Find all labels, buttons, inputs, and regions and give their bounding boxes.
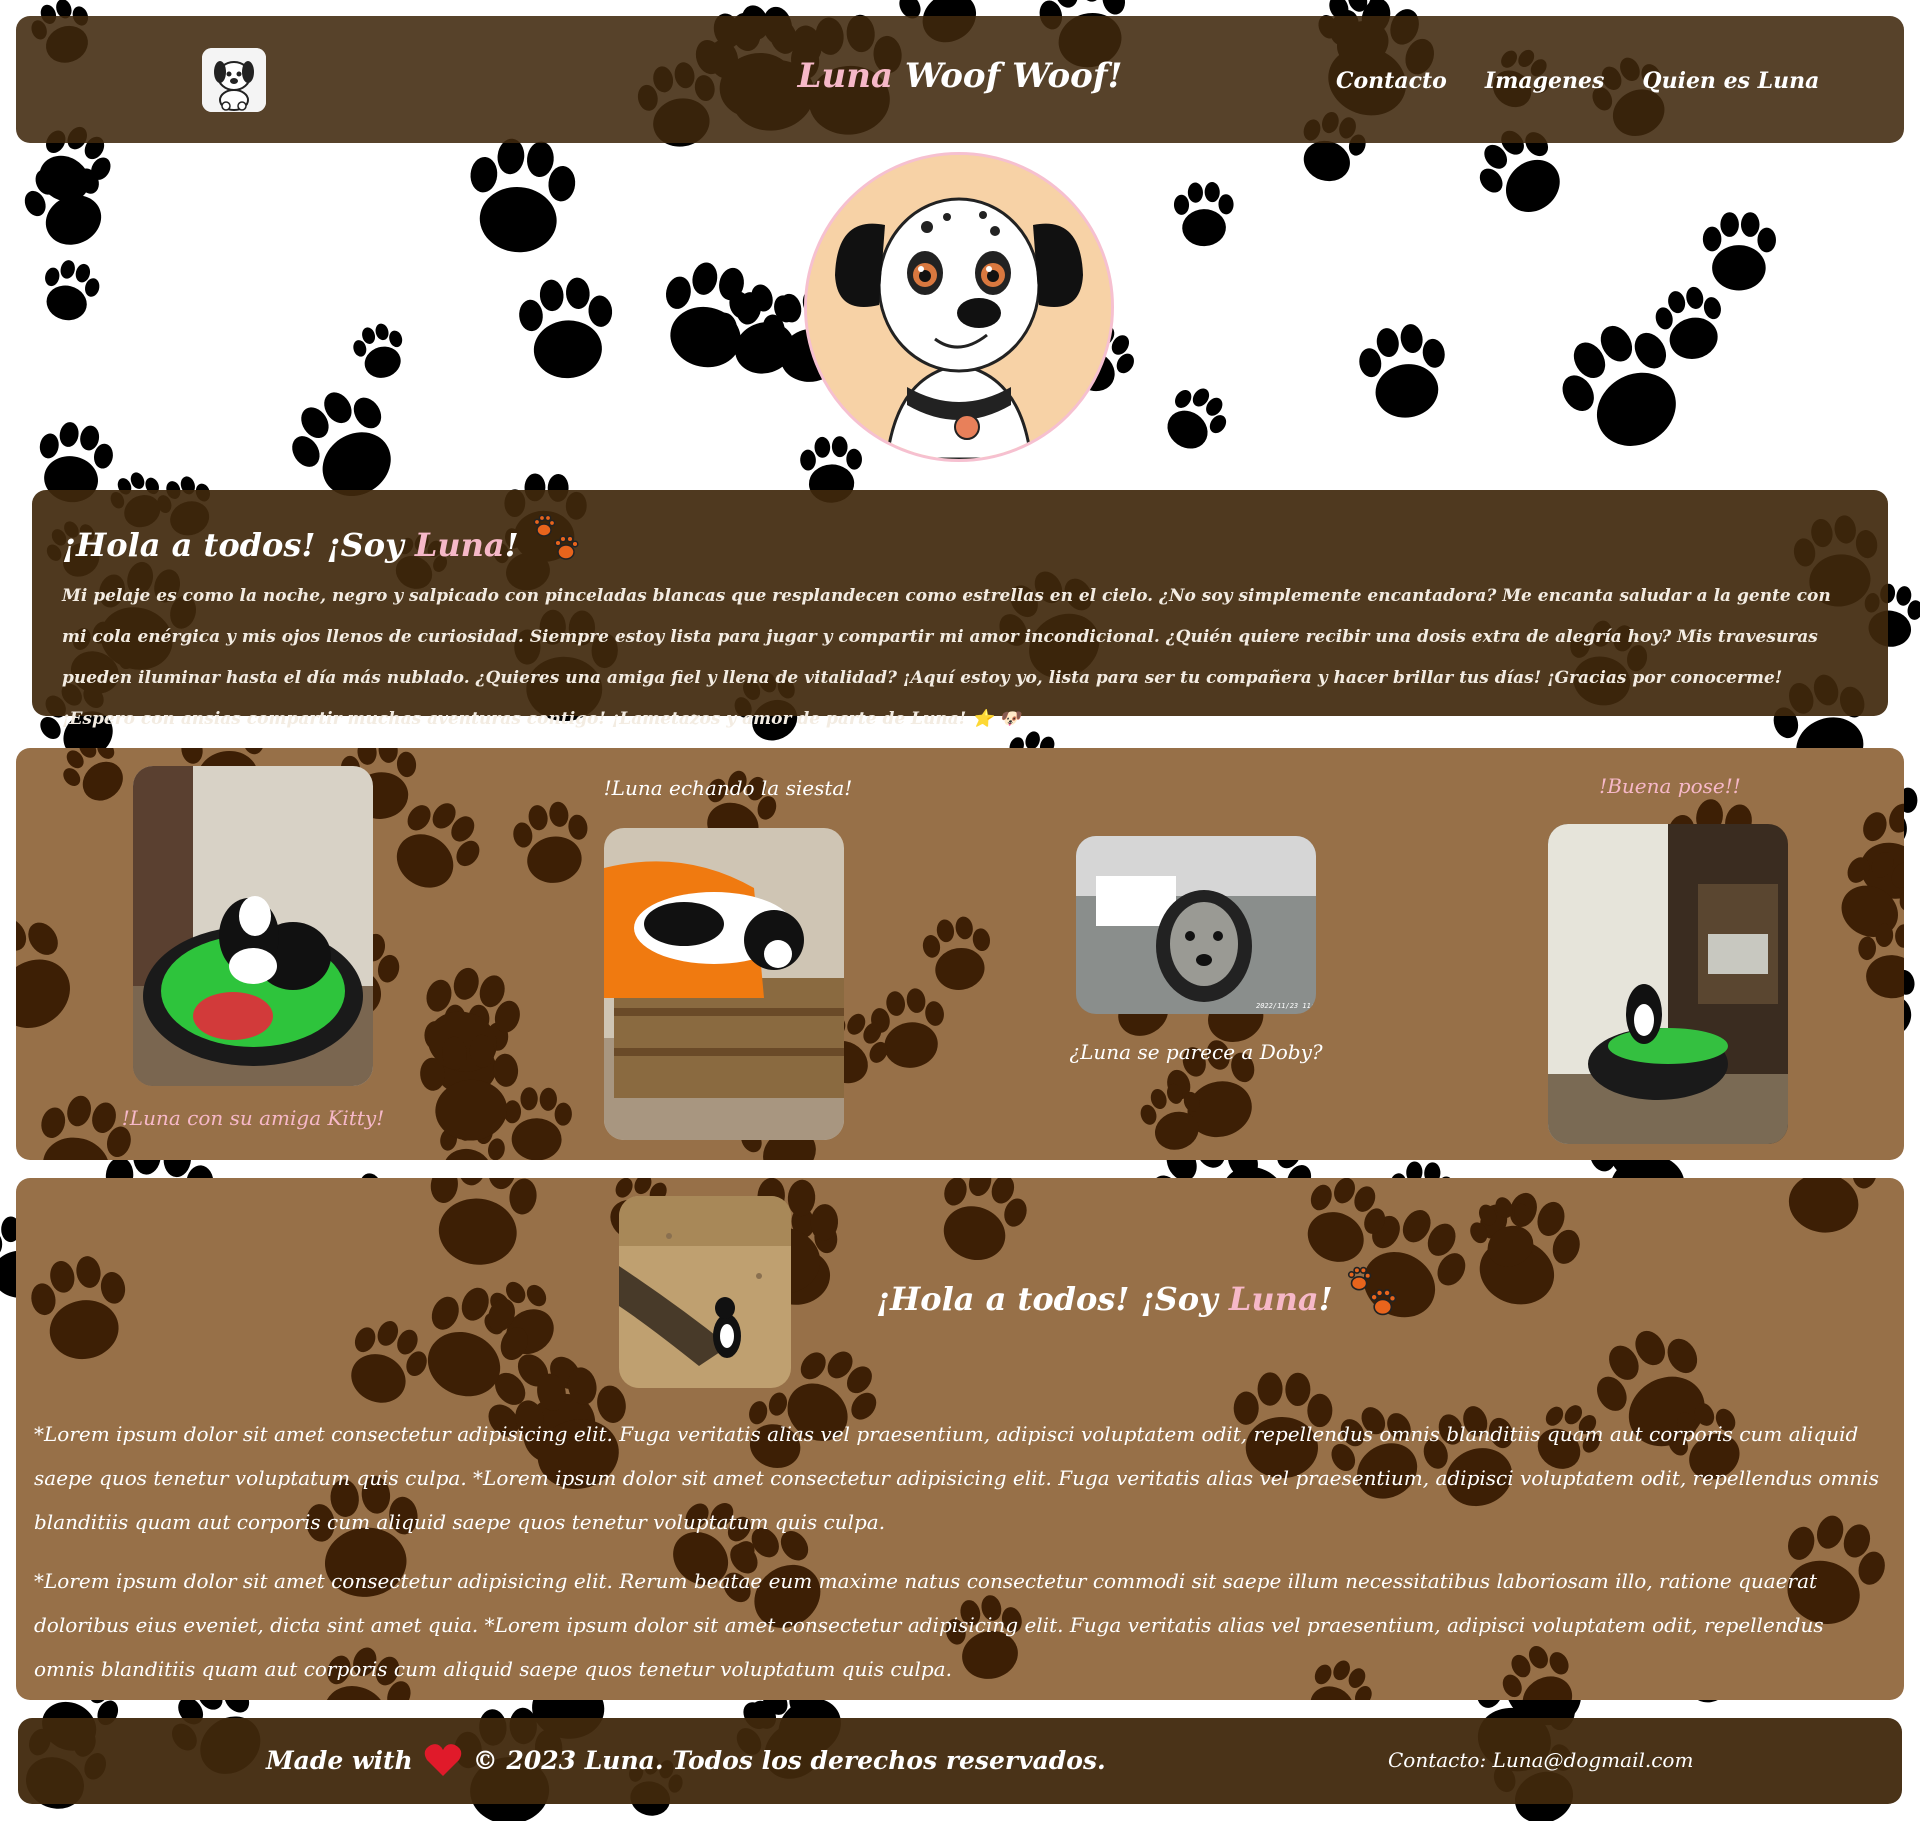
about-paragraph-2: *Lorem ipsum dolor sit amet consectetur … <box>34 1569 1824 1681</box>
gallery-section: !Luna con su amiga Kitty! !Luna echando … <box>16 748 1904 1160</box>
site-header: Luna Woof Woof! Contacto Imagenes Quien … <box>16 16 1904 143</box>
intro-greeting: ¡Hola a todos! ¡Soy <box>62 526 415 564</box>
footer-rights: © 2023 Luna. Todos los derechos reservad… <box>472 1745 1106 1775</box>
site-title-name: Luna <box>797 56 893 96</box>
gallery-photo-siesta[interactable] <box>604 828 844 1140</box>
gallery-photo-pose[interactable] <box>1548 824 1788 1144</box>
heart-icon <box>424 1744 461 1776</box>
intro-name: Luna <box>414 526 505 564</box>
main-nav: Contacto Imagenes Quien es Luna <box>1336 68 1819 94</box>
intro-greeting-end: ! <box>504 526 519 564</box>
about-photo[interactable] <box>619 1196 791 1388</box>
site-footer: Made with © 2023 Luna. Todos los derecho… <box>18 1718 1902 1804</box>
intro-heading: ¡Hola a todos! ¡Soy Luna! <box>62 514 1858 566</box>
intro-section: ¡Hola a todos! ¡Soy Luna! Mi pelaje es c… <box>32 490 1888 729</box>
gallery-caption-pose: !Buena pose!! <box>1599 774 1741 798</box>
gallery-photo-doby[interactable]: 2022/11/23 11:44 <box>1076 836 1316 1014</box>
about-greeting: ¡Hola a todos! ¡Soy <box>876 1280 1229 1318</box>
gallery-caption-doby: ¿Luna se parece a Doby? <box>1069 1040 1323 1064</box>
site-title-rest: Woof Woof! <box>904 56 1123 96</box>
about-name: Luna <box>1228 1280 1319 1318</box>
about-section: ¡Hola a todos! ¡Soy Luna! *Lorem ipsum d… <box>16 1178 1904 1700</box>
gallery-caption-kitty: !Luna con su amiga Kitty! <box>121 1106 385 1130</box>
footer-contact[interactable]: Contacto: Luna@dogmail.com <box>1388 1748 1693 1772</box>
footer-credits: Made with © 2023 Luna. Todos los derecho… <box>266 1742 1106 1778</box>
nav-link-imagenes[interactable]: Imagenes <box>1485 68 1605 94</box>
nav-link-contacto[interactable]: Contacto <box>1336 68 1447 94</box>
gallery-photo-kitty[interactable] <box>133 766 373 1086</box>
about-heading: ¡Hola a todos! ¡Soy Luna! <box>876 1266 1400 1322</box>
nav-link-quien-es-luna[interactable]: Quien es Luna <box>1642 68 1819 94</box>
photo-timestamp: 2022/11/23 11:44 <box>1256 1002 1316 1010</box>
hero-dog-avatar <box>804 152 1114 462</box>
gallery-caption-siesta: !Luna echando la siesta! <box>603 776 853 800</box>
about-greeting-end: ! <box>1318 1280 1333 1318</box>
footer-made-with: Made with <box>266 1745 413 1775</box>
about-paragraph-1: *Lorem ipsum dolor sit amet consectetur … <box>34 1422 1879 1534</box>
intro-text: Mi pelaje es como la noche, negro y salp… <box>62 586 1831 729</box>
paw-prints-icon <box>1347 1266 1397 1316</box>
paw-prints-icon <box>533 514 579 560</box>
